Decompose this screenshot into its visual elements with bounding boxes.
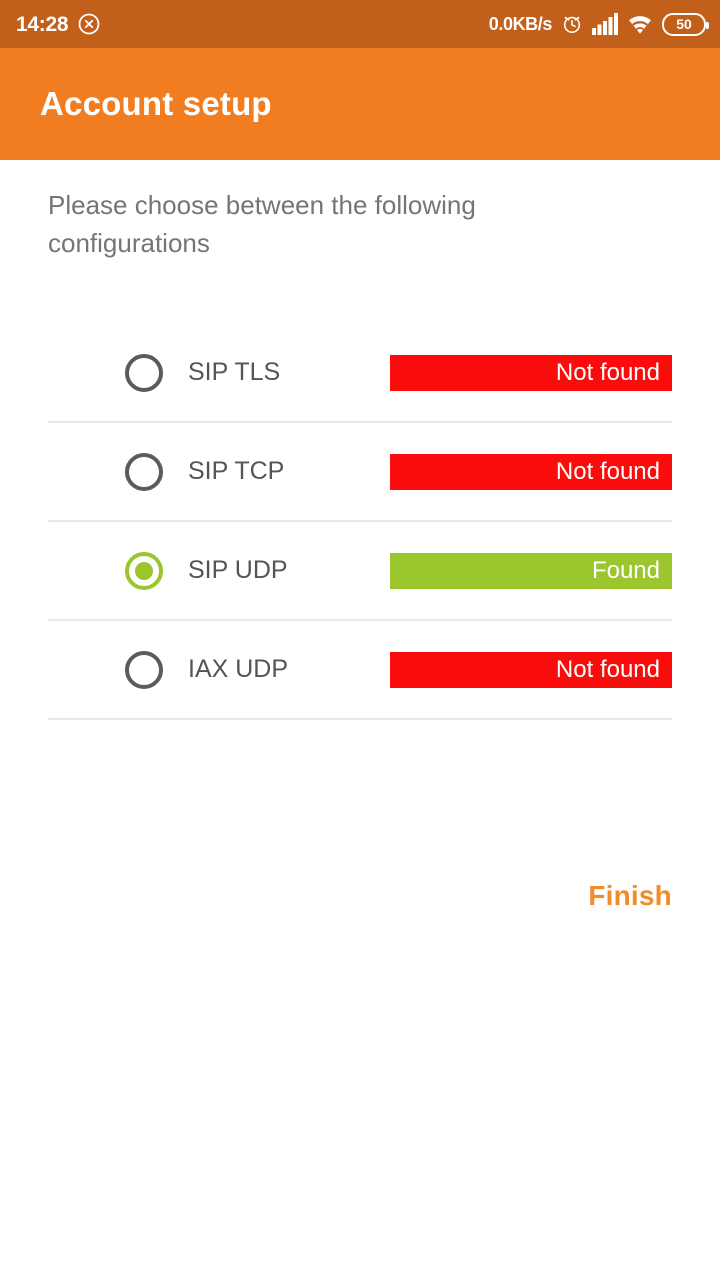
status-bar-right-group: 0.0KB/s 50 [488, 12, 709, 36]
option-row-sip-tls[interactable]: SIP TLS Not found [48, 324, 672, 423]
battery-level-label: 50 [676, 16, 692, 32]
status-badge-iax-udp: Not found [390, 651, 672, 688]
status-badge-sip-tls: Not found [390, 354, 672, 391]
configuration-options-list: SIP TLS Not found SIP TCP Not found SIP … [0, 324, 720, 720]
circle-x-icon [77, 12, 101, 36]
alarm-clock-icon [561, 13, 583, 35]
wifi-icon [627, 13, 653, 35]
option-label-sip-udp: SIP UDP [188, 556, 288, 584]
status-bar: 14:28 0.0KB/s 50 [0, 0, 720, 48]
network-speed-label: 0.0KB/s [488, 14, 553, 34]
option-row-iax-udp[interactable]: IAX UDP Not found [48, 621, 672, 720]
status-badge-label: Not found [555, 358, 660, 386]
option-row-sip-udp[interactable]: SIP UDP Found [48, 522, 672, 621]
app-bar: Account setup [0, 48, 720, 160]
status-bar-clock: 14:28 [16, 12, 69, 36]
instructions-text: Please choose between the following conf… [48, 190, 476, 258]
finish-button-container: Finish [0, 880, 720, 912]
battery-indicator: 50 [662, 12, 709, 36]
main-content: Please choose between the following conf… [0, 160, 720, 912]
radio-button-iax-udp[interactable] [125, 650, 163, 689]
status-badge-label: Not found [555, 457, 660, 485]
option-label-sip-tls: SIP TLS [188, 358, 281, 386]
option-label-sip-tcp: SIP TCP [188, 457, 285, 485]
status-bar-left-group: 14:28 [16, 12, 101, 36]
page-title: Account setup [40, 85, 272, 122]
cellular-signal-icon [592, 13, 618, 35]
status-badge-sip-udp: Found [390, 552, 672, 589]
option-label-iax-udp: IAX UDP [188, 655, 289, 683]
status-badge-label: Not found [555, 655, 660, 683]
option-row-sip-tcp[interactable]: SIP TCP Not found [48, 423, 672, 522]
radio-button-sip-udp[interactable] [125, 551, 163, 590]
status-badge-sip-tcp: Not found [390, 453, 672, 490]
finish-button[interactable]: Finish [588, 880, 672, 912]
status-badge-label: Found [591, 556, 660, 584]
radio-button-sip-tcp[interactable] [125, 452, 163, 491]
radio-button-sip-tls[interactable] [125, 353, 163, 392]
